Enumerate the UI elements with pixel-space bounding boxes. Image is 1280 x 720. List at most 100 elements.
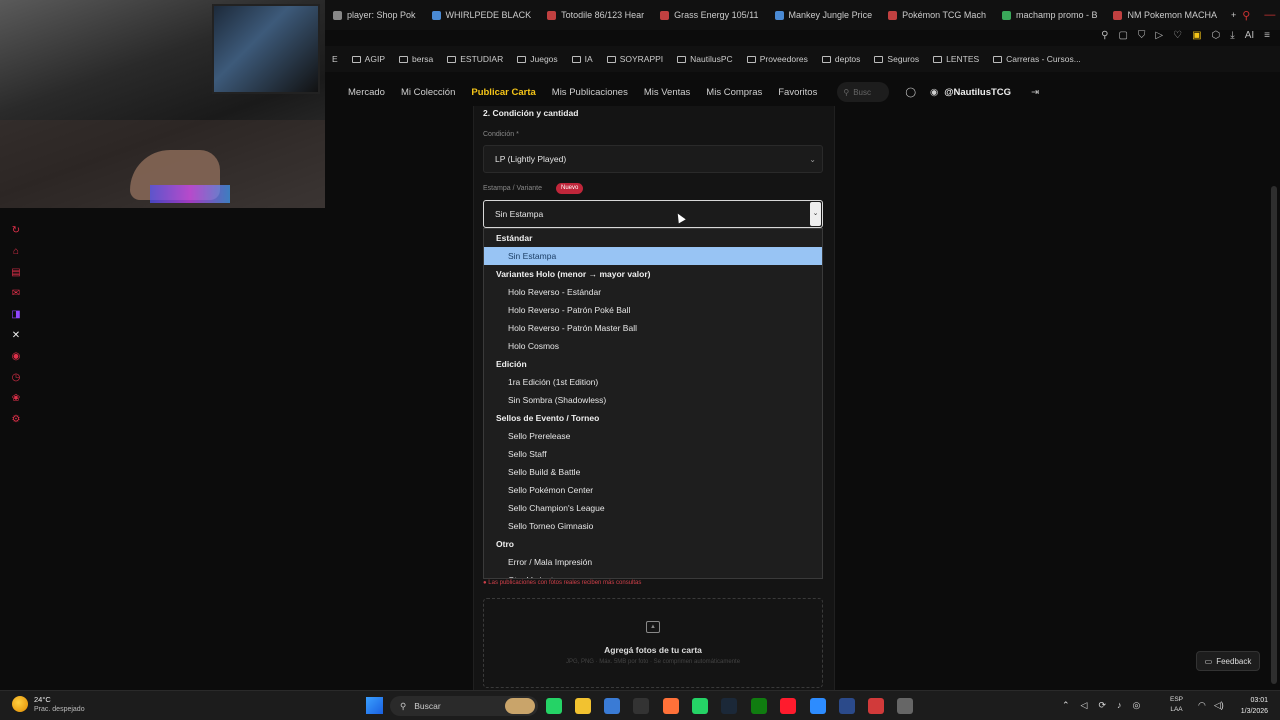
play-icon[interactable]: ▷ [1155, 30, 1163, 41]
bookmark-item[interactable]: Seguros [867, 54, 926, 64]
bookmark-item[interactable]: LENTES [926, 54, 986, 64]
clock[interactable]: 03:01 1/3/2026 [1232, 695, 1268, 717]
avatar[interactable]: ◉ [930, 87, 938, 98]
browser-tab[interactable]: player: Shop Pok [325, 0, 424, 30]
firefox-icon[interactable] [663, 698, 679, 714]
shield-icon[interactable]: ⛉ [1138, 30, 1146, 41]
file-explorer-icon[interactable] [575, 698, 591, 714]
x-icon[interactable]: ✕ [10, 329, 22, 341]
calculator-icon[interactable] [897, 698, 913, 714]
weather-widget-icon[interactable] [505, 698, 535, 714]
wallet-icon[interactable]: ▤ [10, 266, 22, 278]
language-indicator[interactable]: ESP LAA [1170, 695, 1183, 715]
bookmark-item[interactable]: Proveedores [740, 54, 815, 64]
new-tab-button[interactable]: + [1225, 10, 1242, 20]
wallet-icon[interactable]: ▣ [1192, 30, 1201, 41]
site-search[interactable]: ⚲ Busc [837, 82, 890, 102]
screenshot-icon[interactable]: ▢ [1118, 30, 1127, 41]
minimize-icon[interactable]: — [1264, 9, 1275, 22]
dropdown-option[interactable]: Sello Champion's League [484, 499, 822, 517]
photos-icon[interactable] [810, 698, 826, 714]
chevron-up-icon[interactable]: ⌃ [1062, 700, 1070, 711]
speaker-icon[interactable]: ◁ [1081, 700, 1088, 711]
download-icon[interactable]: ⤓ [1230, 30, 1234, 41]
volume-icon[interactable]: ◁) [1214, 700, 1224, 711]
variant-dropdown-list[interactable]: Estándar Sin Estampa Variantes Holo (menor… [483, 228, 823, 579]
menu-icon[interactable]: ≡ [1264, 30, 1270, 41]
whatsapp-icon[interactable] [546, 698, 562, 714]
sync-icon[interactable]: ⟳ [1098, 700, 1106, 711]
page-scrollbar[interactable] [1271, 186, 1277, 684]
dropdown-option[interactable]: Holo Reverso - Patrón Poké Ball [484, 301, 822, 319]
twitch-icon[interactable]: ◨ [10, 308, 22, 320]
leaf-icon[interactable]: ❀ [10, 392, 22, 404]
mic-icon[interactable]: ♪ [1117, 700, 1122, 711]
dropdown-option[interactable]: Sello Build & Battle [484, 463, 822, 481]
nav-favoritos[interactable]: Favoritos [770, 87, 825, 98]
dropdown-option[interactable]: Sello Staff [484, 445, 822, 463]
dropdown-option[interactable]: 1ra Edición (1st Edition) [484, 373, 822, 391]
browser-tab[interactable]: Grass Energy 105/11 [652, 0, 766, 30]
network-icon[interactable]: ◎ [1133, 700, 1141, 711]
browser-tab[interactable]: NM Pokemon MACHA [1105, 0, 1225, 30]
chrome-icon[interactable] [868, 698, 884, 714]
bookmark-item[interactable]: Carreras - Cursos... [986, 54, 1088, 64]
dropdown-option[interactable]: Holo Cosmos [484, 337, 822, 355]
dropdown-option[interactable]: Sin Sombra (Shadowless) [484, 391, 822, 409]
terminal-icon[interactable] [633, 698, 649, 714]
store-icon[interactable] [604, 698, 620, 714]
dropdown-option[interactable]: Holo Reverso - Estándar [484, 283, 822, 301]
dropdown-option[interactable]: Otra Variante [484, 571, 822, 578]
upload-dropzone[interactable]: ▲ Agregá fotos de tu carta JPG, PNG · Má… [483, 598, 823, 688]
bookmark-item[interactable]: E [325, 54, 345, 64]
nav-mi-colecci-n[interactable]: Mi Colección [393, 87, 463, 98]
ai-button[interactable]: AI [1245, 30, 1254, 41]
browser-tab[interactable]: Totodile 86/123 Hear [539, 0, 652, 30]
nav-mis-publicaciones[interactable]: Mis Publicaciones [544, 87, 636, 98]
nav-mercado[interactable]: Mercado [340, 87, 393, 98]
dropdown-option[interactable]: Holo Reverso - Patrón Master Ball [484, 319, 822, 337]
whatsapp-icon[interactable] [692, 698, 708, 714]
search-icon[interactable]: ⚲ [1242, 9, 1250, 22]
condition-select[interactable]: LP (Lightly Played) ⌄ [483, 145, 823, 173]
bookmark-item[interactable]: AGIP [345, 54, 392, 64]
player-icon[interactable]: ◉ [10, 350, 22, 362]
variant-select[interactable]: Sin Estampa ⌄ [483, 200, 823, 228]
nav-mis-ventas[interactable]: Mis Ventas [636, 87, 698, 98]
browser-tab[interactable]: Mankey Jungle Price [767, 0, 881, 30]
opera-icon[interactable] [780, 698, 796, 714]
xbox-icon[interactable] [751, 698, 767, 714]
dropdown-option[interactable]: Sello Torneo Gimnasio [484, 517, 822, 535]
extension-icon[interactable]: ⬡ [1212, 30, 1221, 41]
dropdown-option[interactable]: Sello Prerelease [484, 427, 822, 445]
browser-tab[interactable]: Pokémon TCG Mach [880, 0, 994, 30]
dropdown-option[interactable]: Sin Estampa [484, 247, 822, 265]
username[interactable]: @NautilusTCG [944, 87, 1011, 98]
history-icon[interactable]: ↻ [10, 224, 22, 236]
wifi-icon[interactable]: ◠ [1198, 700, 1206, 711]
bookmark-item[interactable]: NautilusPC [670, 54, 740, 64]
bookmark-item[interactable]: deptos [815, 54, 868, 64]
bookmark-item[interactable]: Juegos [510, 54, 564, 64]
nav-mis-compras[interactable]: Mis Compras [698, 87, 770, 98]
logout-icon[interactable]: ⇥ [1031, 87, 1039, 98]
clock-icon[interactable]: ◷ [10, 371, 22, 383]
bookmark-item[interactable]: SOYRAPPI [600, 54, 670, 64]
heart-icon[interactable]: ♡ [1173, 30, 1182, 41]
nav-publicar-carta[interactable]: Publicar Carta [463, 87, 543, 98]
dropdown-option[interactable]: Sello Pokémon Center [484, 481, 822, 499]
steam-icon[interactable] [721, 698, 737, 714]
bookmark-item[interactable]: IA [565, 54, 600, 64]
chat-icon[interactable]: ◯ [905, 87, 916, 98]
bag-icon[interactable]: ⌂ [10, 245, 22, 257]
mail-icon[interactable]: ✉ [10, 287, 22, 299]
settings-icon[interactable]: ⚙ [10, 413, 22, 425]
browser-tab[interactable]: WHIRLPEDE BLACK [424, 0, 540, 30]
bookmark-item[interactable]: ESTUDIAR [440, 54, 510, 64]
pin-icon[interactable]: ⚲ [1101, 30, 1108, 41]
dropdown-option[interactable]: Error / Mala Impresión [484, 553, 822, 571]
browser-tab[interactable]: machamp promo - B [994, 0, 1106, 30]
windows-start-icon[interactable] [366, 697, 383, 714]
feedback-button[interactable]: ▭ Feedback [1196, 651, 1260, 671]
bookmark-item[interactable]: bersa [392, 54, 440, 64]
